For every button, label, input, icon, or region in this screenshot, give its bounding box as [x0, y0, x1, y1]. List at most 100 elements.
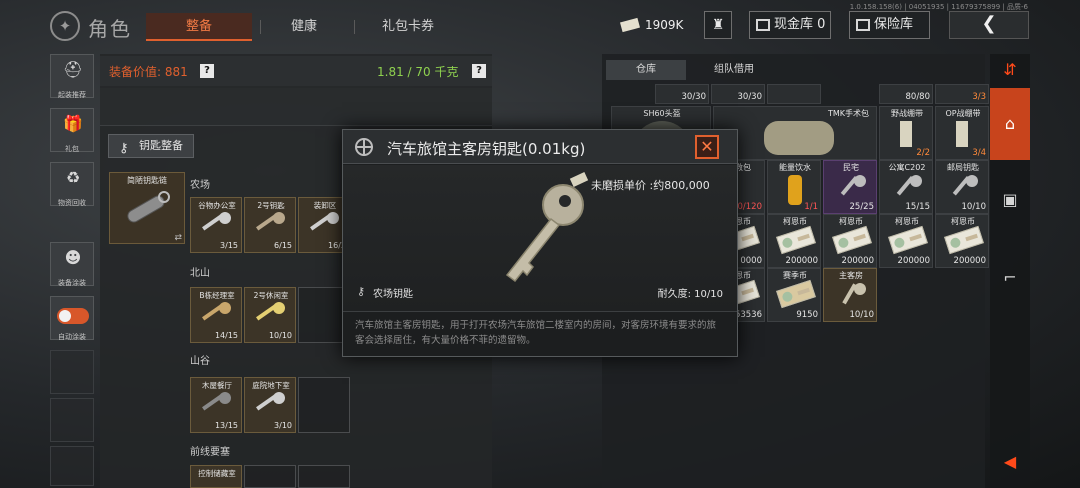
- safe-box-button[interactable]: 保险库: [849, 11, 930, 39]
- sidebar-item-label: 起装推荐: [58, 91, 86, 99]
- value-row: 装备价值: 881 ? 1.81 / 70 千克 ?: [100, 56, 492, 86]
- inventory-item[interactable]: 柯恩币 200000: [767, 214, 821, 268]
- item-count: 10/10: [961, 202, 987, 212]
- close-button[interactable]: ✕: [695, 135, 719, 159]
- inventory-item[interactable]: [767, 84, 821, 104]
- empty-key-slot[interactable]: [298, 377, 350, 433]
- inventory-item[interactable]: 野战绷带 2/2: [879, 106, 933, 160]
- item-count: 1/1: [804, 202, 818, 212]
- tab-gift-cards[interactable]: 礼包卡券: [356, 13, 460, 41]
- item-name: 柯恩币: [951, 217, 975, 226]
- inventory-item[interactable]: OP战绷带 3/4: [935, 106, 989, 160]
- section-title-north-hill: 北山: [190, 268, 210, 279]
- rifle-icon[interactable]: ⌐: [990, 258, 1030, 298]
- item-count: 53536: [734, 310, 762, 320]
- key-type: 农场钥匙: [373, 289, 413, 300]
- keychain-slot[interactable]: 简陋钥匙链 ⇄: [109, 172, 185, 244]
- empty-key-slot[interactable]: [298, 465, 350, 488]
- collapse-icon[interactable]: ◀: [990, 442, 1030, 482]
- tab-team-borrow[interactable]: 组队借用: [688, 60, 780, 80]
- item-name: 柯恩币: [895, 217, 919, 226]
- recommend-icon: ⛑: [62, 60, 84, 79]
- cash-stack-icon: [888, 225, 928, 255]
- inventory-item[interactable]: 30/30: [711, 84, 765, 104]
- key-slot[interactable]: 庭院地下室 3/10: [244, 377, 296, 433]
- close-icon: ✕: [700, 137, 714, 156]
- key-slot[interactable]: 2号钥匙 6/15: [244, 197, 296, 253]
- money-display: 1909K: [617, 12, 697, 38]
- merchant-button[interactable]: ♜: [704, 11, 732, 39]
- tab-loadout[interactable]: 整备: [146, 13, 252, 41]
- item-count: 10/10: [849, 310, 875, 320]
- inventory-item[interactable]: 3/3: [935, 84, 989, 104]
- key-icon: [202, 392, 231, 411]
- item-count: 25/25: [849, 202, 875, 212]
- cash-icon: [620, 17, 640, 33]
- key-icon: [840, 175, 866, 196]
- item-detail-modal: 汽车旅馆主客房钥匙(0.01kg) ✕ 未磨损单价 :约800,000 ⚷ 农场…: [342, 129, 738, 357]
- key-slot[interactable]: B栋经理室 14/15: [190, 287, 242, 343]
- swap-icon[interactable]: ⇄: [174, 233, 182, 243]
- cash-vault-button[interactable]: 现金库 0: [749, 11, 831, 39]
- inventory-item[interactable]: 公寓C202 15/15: [879, 160, 933, 214]
- tab-divider: [260, 20, 261, 34]
- section-title-fortress: 前线要塞: [190, 447, 230, 458]
- inventory-item[interactable]: 柯恩币 200000: [935, 214, 989, 268]
- item-description: 汽车旅馆主客房钥匙，用于打开农场汽车旅馆二楼室内的房间，对客房环境有要求的旅客会…: [355, 320, 717, 346]
- inventory-item[interactable]: 30/30: [655, 84, 709, 104]
- key-icon: [256, 212, 285, 231]
- toggle-icon[interactable]: [57, 308, 89, 324]
- inventory-item[interactable]: 柯恩币 200000: [879, 214, 933, 268]
- modal-header: 汽车旅馆主客房钥匙(0.01kg) ✕: [343, 130, 737, 164]
- durability: 耐久度: 10/10: [657, 289, 723, 300]
- top-bar: ✦ 角色 整备 健康 礼包卡券 1909K ♜ 现金库 0 保险库 ❮: [0, 0, 1080, 50]
- sidebar-item-label: 物资回收: [58, 199, 86, 207]
- key-icon: [952, 175, 978, 196]
- inventory-item-selected-key[interactable]: 主客房 10/10: [823, 268, 877, 322]
- inventory-tabs: 仓库 组队借用: [602, 56, 985, 84]
- inventory-item[interactable]: 邮局钥匙 10/10: [935, 160, 989, 214]
- empty-key-slot[interactable]: [244, 465, 296, 488]
- tab-warehouse[interactable]: 仓库: [606, 60, 686, 80]
- inventory-item[interactable]: 能量饮水 1/1: [767, 160, 821, 214]
- help-icon[interactable]: ?: [200, 64, 214, 78]
- key-icon: ⚷: [119, 141, 129, 156]
- box-icon[interactable]: ▣: [990, 180, 1030, 220]
- item-count: 0000: [740, 256, 762, 266]
- key-slot[interactable]: 谷物办公室 3/15: [190, 197, 242, 253]
- key-count: 3/15: [220, 241, 238, 250]
- keychain-icon: [127, 191, 170, 223]
- cash-stack-icon: [832, 225, 872, 255]
- chevron-left-icon: ❮: [981, 13, 997, 34]
- item-count: 200000: [841, 256, 874, 266]
- inventory-item[interactable]: 柯恩币 200000: [823, 214, 877, 268]
- key-slot[interactable]: 2号休闲室 10/10: [244, 287, 296, 343]
- item-name: 赛季币: [783, 271, 807, 280]
- price-label: 未磨损单价 :约800,000: [591, 179, 710, 192]
- cash-vault-label: 现金库 0: [774, 17, 826, 32]
- weight-readout: 1.81 / 70 千克: [377, 65, 459, 79]
- help-icon[interactable]: ?: [472, 64, 486, 78]
- key-slot[interactable]: 木屋餐厅 13/15: [190, 377, 242, 433]
- item-count: 30/30: [681, 92, 707, 102]
- home-icon[interactable]: ⌂: [990, 88, 1030, 160]
- modal-body: 未磨损单价 :约800,000 ⚷ 农场钥匙 耐久度: 10/10: [343, 165, 737, 311]
- tab-health[interactable]: 健康: [262, 13, 346, 41]
- key-name: 控制储藏室: [198, 469, 236, 478]
- cash-stack-icon: [776, 225, 816, 255]
- tab-divider: [354, 20, 355, 34]
- inventory-item[interactable]: 民宅 25/25: [823, 160, 877, 214]
- motel-key-icon: [505, 184, 584, 283]
- back-button[interactable]: ❮: [949, 11, 1029, 39]
- inventory-item[interactable]: 赛季币 9150: [767, 268, 821, 322]
- page-title: 角色: [88, 17, 132, 41]
- key-count: 14/15: [214, 331, 238, 340]
- sort-icon[interactable]: ⇵: [990, 50, 1030, 90]
- vault-icon: [756, 18, 770, 31]
- item-count: 15/15: [905, 202, 931, 212]
- key-slot[interactable]: 控制储藏室: [190, 465, 242, 488]
- inventory-item[interactable]: 80/80: [879, 84, 933, 104]
- section-title-valley: 山谷: [190, 356, 210, 367]
- item-count: 2/2: [916, 148, 930, 158]
- keys-loadout-button[interactable]: ⚷ 钥匙整备: [108, 134, 194, 158]
